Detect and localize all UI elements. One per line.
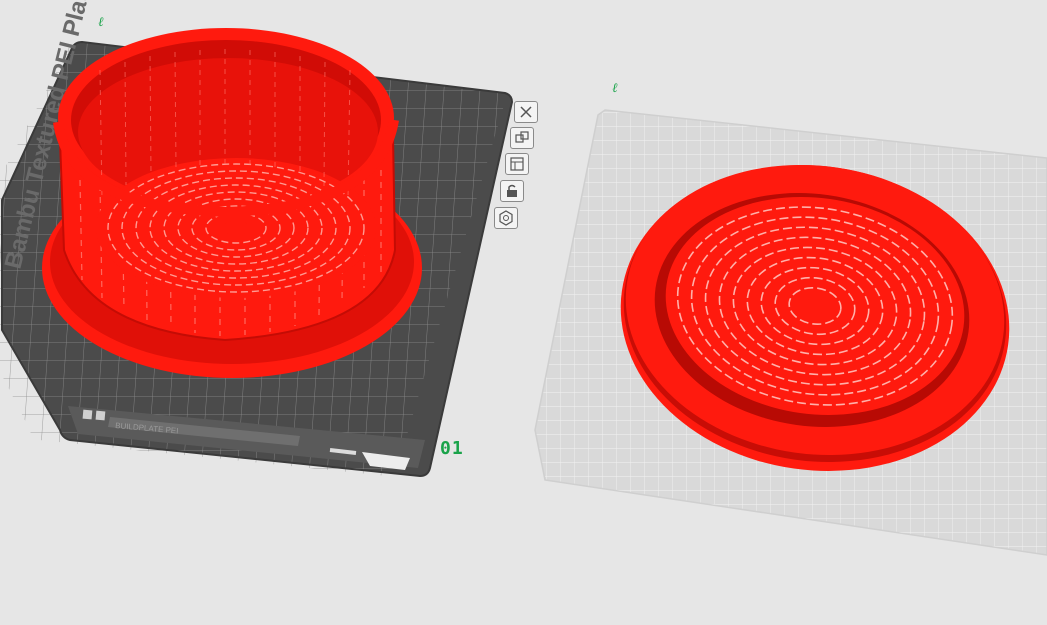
orient-icon[interactable]	[494, 207, 518, 229]
arrange-icon[interactable]	[510, 127, 534, 149]
3d-viewport[interactable]: BUILDPLATE PEI Bambu Textured PEI Plate	[0, 0, 1047, 625]
plate-edit-icon-2[interactable]: ℓ	[612, 80, 617, 96]
plate-edit-icon-1[interactable]: ℓ	[98, 14, 103, 30]
basket-floor-mesh	[96, 158, 376, 298]
close-plate-icon[interactable]	[514, 101, 538, 123]
lock-icon[interactable]	[500, 180, 524, 202]
model-strainer-basket[interactable]	[42, 28, 422, 378]
plate-number-label: 01	[440, 438, 464, 459]
plate-settings-icon[interactable]	[505, 153, 529, 175]
